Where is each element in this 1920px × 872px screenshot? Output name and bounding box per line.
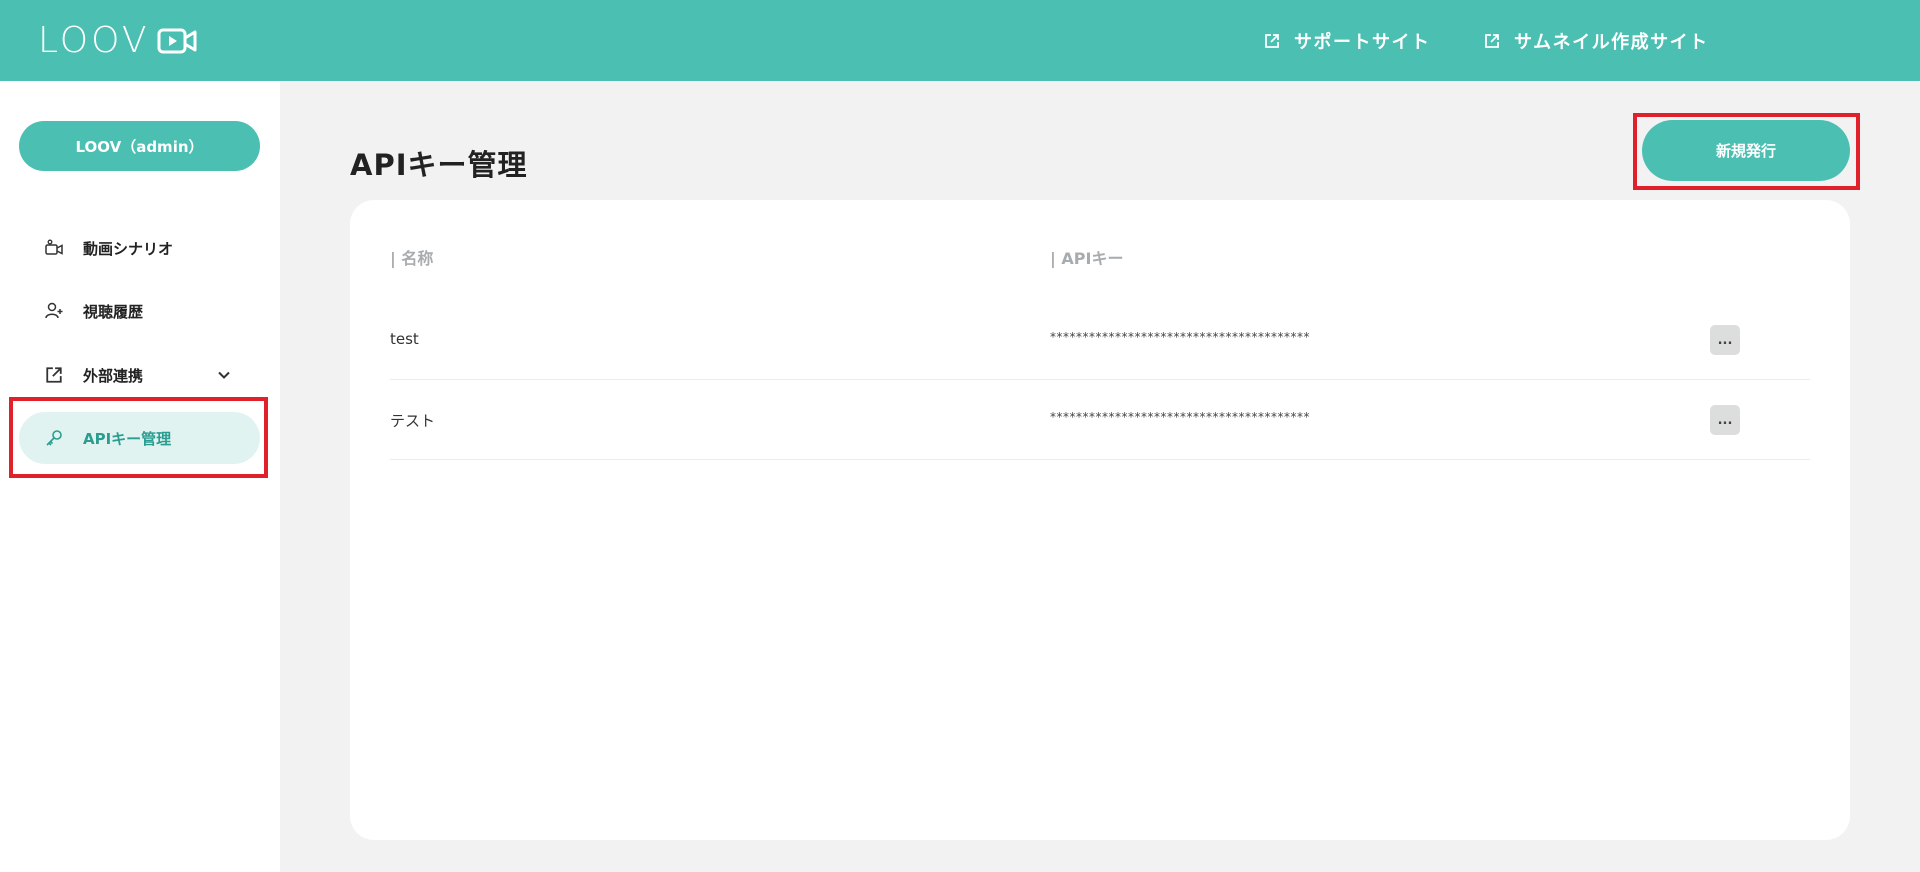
column-header-name: | 名称: [390, 249, 434, 268]
external-link-icon: [1485, 34, 1499, 48]
table-row: test ***********************************…: [390, 300, 1810, 380]
column-header-api-key: | APIキー: [1050, 249, 1124, 268]
row-name: テスト: [390, 412, 436, 430]
page-title: APIキー管理: [350, 148, 528, 182]
thumbnail-site-link[interactable]: サムネイル作成サイト: [1484, 28, 1709, 54]
thumbnail-site-label: サムネイル作成サイト: [1514, 32, 1709, 53]
loov-logo[interactable]: LOOV: [38, 20, 197, 61]
row-more-button[interactable]: ...: [1710, 325, 1740, 355]
user-add-icon: [44, 301, 64, 321]
sidebar-item-external-integration[interactable]: 外部連携: [19, 349, 260, 401]
row-api-key: ****************************************: [1050, 410, 1310, 424]
top-header: LOOV サポートサイト サムネイル作成サイト: [0, 0, 1920, 81]
external-link-icon: [44, 365, 64, 385]
row-more-button[interactable]: ...: [1710, 405, 1740, 435]
support-site-link[interactable]: サポートサイト: [1264, 28, 1431, 54]
account-button[interactable]: LOOV（admin）: [19, 121, 260, 171]
logo-text: LOOV: [38, 20, 150, 61]
video-camera-icon: [157, 28, 197, 54]
highlight-box-new-button: [1633, 113, 1860, 190]
row-name: test: [390, 330, 419, 348]
chevron-down-icon[interactable]: [216, 367, 232, 383]
api-key-table: | 名称 | APIキー test **********************…: [350, 200, 1850, 840]
sidebar-item-label: 外部連携: [83, 366, 144, 385]
highlight-box-sidebar: [9, 397, 268, 478]
support-site-label: サポートサイト: [1294, 32, 1431, 53]
video-scenario-icon: [44, 238, 64, 258]
sidebar-item-video-scenario[interactable]: 動画シナリオ: [19, 222, 260, 274]
table-row: テスト ************************************…: [390, 380, 1810, 460]
sidebar-item-label: 動画シナリオ: [83, 239, 174, 258]
sidebar-item-label: 視聴履歴: [83, 302, 144, 321]
sidebar-item-view-history[interactable]: 視聴履歴: [19, 285, 260, 337]
row-api-key: ****************************************: [1050, 330, 1310, 344]
external-link-icon: [1265, 34, 1279, 48]
